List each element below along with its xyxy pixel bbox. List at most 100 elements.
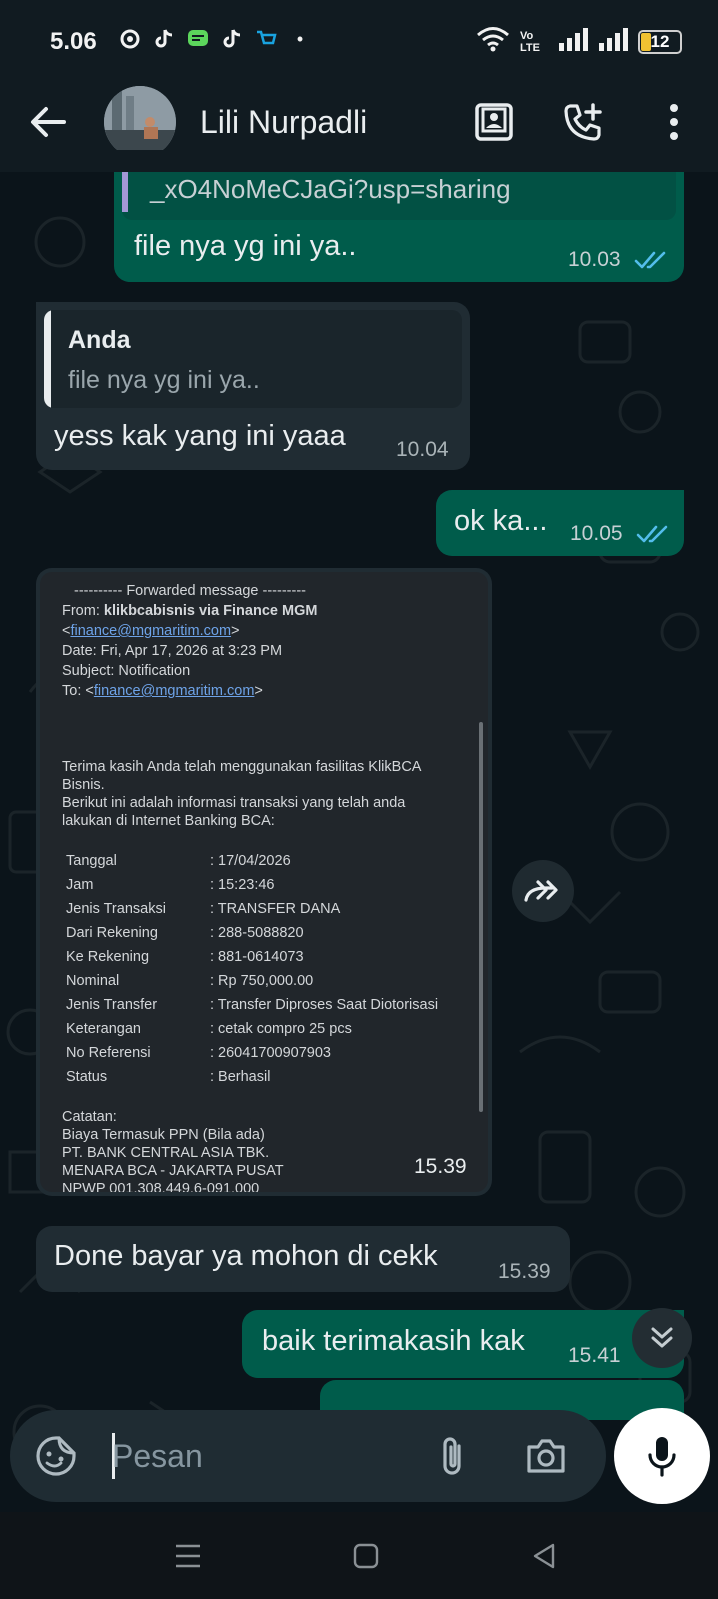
transaction-value: : 26041700907903 [210, 1045, 331, 1061]
transaction-key: No Referensi [66, 1045, 151, 1061]
paperclip-icon [443, 1437, 461, 1475]
message-input[interactable]: Pesan [112, 1438, 203, 1475]
transaction-key: Ke Rekening [66, 949, 150, 965]
more-vert-icon [670, 104, 678, 140]
message-text: ok ka... [454, 505, 548, 537]
transaction-value: : 17/04/2026 [210, 853, 291, 869]
transaction-value: : 288-5088820 [210, 925, 304, 941]
email-to: To: <finance@mgmaritim.com> [62, 683, 263, 699]
home-button[interactable] [346, 1536, 386, 1576]
transaction-value: : Transfer Diproses Saat Diotorisasi [210, 997, 439, 1013]
email-subject: Subject: Notification [62, 663, 191, 679]
chat-app-icon [186, 27, 210, 51]
email-screenshot-image[interactable]: ---------- Forwarded message --------- F… [40, 572, 488, 1192]
notification-icons: • [118, 27, 312, 51]
add-call-button[interactable] [556, 96, 608, 148]
link-accent-bar [122, 172, 128, 212]
email-intro: Bisnis. [62, 777, 105, 793]
outgoing-message[interactable]: ok ka... 10.05 [436, 490, 684, 556]
shopping-icon [254, 27, 278, 51]
camera-icon [527, 1439, 565, 1473]
sticker-button[interactable] [32, 1432, 80, 1480]
message-time: 10.05 [570, 522, 623, 545]
mic-icon [648, 1437, 676, 1477]
tiktok-icon [220, 27, 244, 51]
email-intro: lakukan di Internet Banking BCA: [62, 813, 275, 829]
transaction-key: Status [66, 1069, 108, 1085]
image-scrollbar [479, 722, 483, 1112]
wifi-icon [476, 26, 510, 57]
menu-button[interactable] [648, 96, 700, 148]
transaction-key: Dari Rekening [66, 925, 158, 941]
message-time: 15.41 [568, 1344, 621, 1367]
link-text[interactable]: _xO4NoMeCJaGi?usp=sharing [150, 174, 511, 205]
contact-card-button[interactable] [468, 96, 520, 148]
forward-button[interactable] [512, 860, 574, 922]
signal-icon [598, 27, 628, 56]
camera-button[interactable] [522, 1432, 570, 1480]
email-link[interactable]: finance@mgmaritim.com [94, 683, 255, 699]
header-shadow [0, 150, 718, 172]
voice-message-button[interactable] [614, 1408, 710, 1504]
incoming-message[interactable]: Done bayar ya mohon di cekk 15.39 [36, 1226, 570, 1292]
email-notes-title: Catatan: [62, 1109, 117, 1125]
transaction-key: Jenis Transaksi [66, 901, 166, 917]
email-intro: Berikut ini adalah informasi transaksi y… [62, 795, 406, 811]
transaction-key: Jenis Transfer [66, 997, 158, 1013]
message-text: file nya yg ini ya.. [134, 230, 357, 262]
add-call-icon [564, 103, 602, 141]
status-time: 5.06 [50, 28, 97, 55]
back-button[interactable] [26, 100, 70, 144]
email-from: From: klikbcabisnis via Finance MGM [62, 603, 318, 619]
message-text: Done bayar ya mohon di cekk [54, 1240, 438, 1272]
email-link[interactable]: finance@mgmaritim.com [70, 623, 231, 639]
message-text: baik terimakasih kak [262, 1325, 525, 1357]
message-time: 10.03 [568, 248, 621, 271]
email-intro: Terima kasih Anda telah menggunakan fasi… [62, 759, 422, 775]
tiktok-icon [152, 27, 176, 51]
transaction-value: : Rp 750,000.00 [210, 973, 314, 989]
quote-text: file nya yg ini ya.. [68, 366, 260, 394]
volte-label: Vo LTE [520, 29, 540, 54]
quote-author: Anda [68, 326, 131, 354]
contact-name[interactable]: Lili Nurpadli [200, 104, 367, 141]
incoming-message[interactable]: Anda file nya yg ini ya.. yess kak yang … [36, 302, 470, 470]
attach-button[interactable] [428, 1432, 476, 1480]
more-notifications-dot: • [296, 28, 304, 49]
email-note: Biaya Termasuk PPN (Bila ada) [62, 1127, 265, 1143]
transaction-value: : Berhasil [210, 1069, 271, 1085]
double-check-icon [636, 525, 668, 543]
transaction-value: : TRANSFER DANA [210, 901, 341, 917]
quote-accent-bar [44, 310, 51, 408]
quoted-message[interactable]: Anda file nya yg ini ya.. [44, 310, 462, 408]
contact-avatar[interactable] [104, 86, 176, 158]
link-preview[interactable]: _xO4NoMeCJaGi?usp=sharing [122, 172, 676, 220]
double-chevron-down-icon [651, 1327, 673, 1348]
status-bar: 5.06 • Vo LTE 12 [0, 0, 718, 80]
signal-icon [558, 27, 588, 56]
message-time: 15.39 [498, 1260, 551, 1283]
system-navigation-bar [0, 1512, 718, 1599]
home-square-icon [353, 1543, 379, 1569]
email-note: PT. BANK CENTRAL ASIA TBK. [62, 1145, 270, 1161]
transaction-key: Tanggal [66, 853, 117, 869]
email-date: Date: Fri, Apr 17, 2026 at 3:23 PM [62, 643, 283, 659]
message-text: yess kak yang ini yaaa [54, 420, 346, 452]
forward-icon [524, 880, 558, 902]
contact-card-icon [475, 103, 513, 141]
email-note: NPWP 001.308.449.6-091.000 [62, 1181, 260, 1192]
status-right-icons: Vo LTE 12 [476, 26, 682, 57]
message-time: 10.04 [396, 438, 449, 461]
email-note: MENARA BCA - JAKARTA PUSAT [62, 1163, 284, 1179]
back-nav-button[interactable] [524, 1536, 564, 1576]
triangle-back-icon [533, 1543, 555, 1569]
sticker-icon [36, 1436, 76, 1476]
recent-apps-button[interactable] [168, 1536, 208, 1576]
scroll-to-bottom-button[interactable] [632, 1308, 692, 1368]
outgoing-message[interactable]: baik terimakasih kak 15.41 [242, 1310, 684, 1378]
image-message[interactable]: ---------- Forwarded message --------- F… [36, 568, 492, 1196]
message-time: 15.39 [414, 1155, 467, 1178]
location-icon [118, 27, 142, 51]
message-composer: Pesan [10, 1410, 606, 1502]
transaction-key: Keterangan [66, 1021, 141, 1037]
